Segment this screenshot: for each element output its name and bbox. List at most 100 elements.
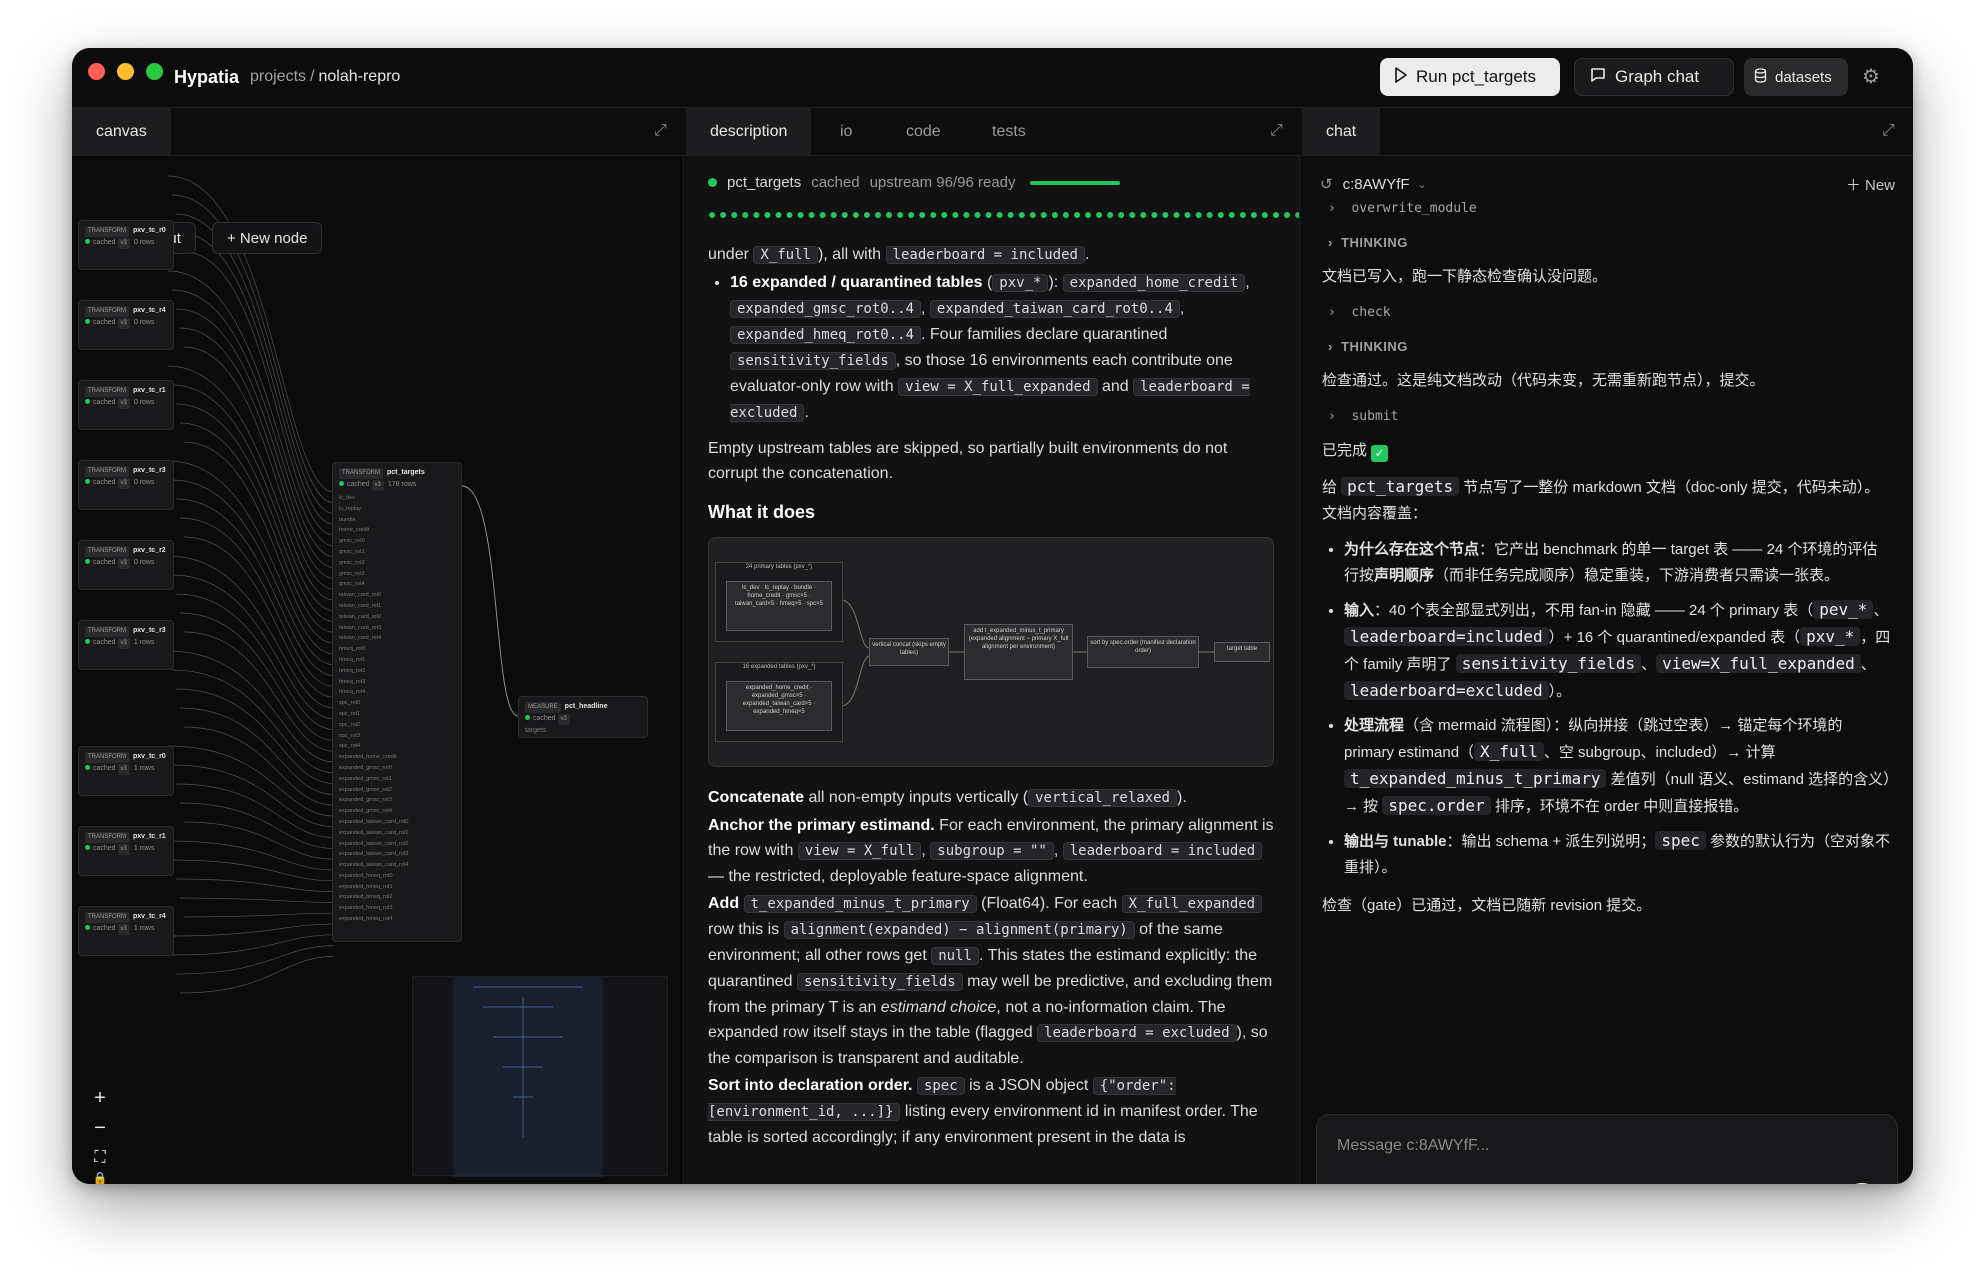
node-card[interactable]: TRANSFORM pxv_tc_r4 cached v3 0 rows: [78, 300, 174, 350]
node-port[interactable]: gmsc_rot2: [339, 558, 455, 569]
app-window: Hypatia projects / nolah-repro Run pct_tar…: [72, 48, 1913, 1184]
node-card[interactable]: TRANSFORM pxv_tc_r3 cached v3 1 rows: [78, 620, 174, 670]
node-type-tag: TRANSFORM: [85, 912, 129, 923]
new-chat-button[interactable]: ＋ New: [1846, 174, 1895, 195]
chevron-down-icon[interactable]: ⌄: [1418, 178, 1427, 191]
node-card[interactable]: TRANSFORM pxv_tc_r1 cached v3 0 rows: [78, 380, 174, 430]
new-node-button[interactable]: + New node: [212, 222, 323, 254]
breadcrumb-current[interactable]: nolah-repro: [318, 68, 400, 85]
node-port[interactable]: expanded_hmeq_rot4: [339, 914, 455, 925]
expand-icon[interactable]: ⤢: [654, 122, 667, 140]
node-port[interactable]: lc_replay: [339, 504, 455, 515]
node-port[interactable]: hmeq_rot3: [339, 677, 455, 688]
tool-step[interactable]: › check: [1328, 300, 1892, 326]
node-port[interactable]: expanded_taiwan_card_rot0: [339, 817, 455, 828]
node-port[interactable]: hmeq_rot1: [339, 655, 455, 666]
node-port[interactable]: expanded_taiwan_card_rot2: [339, 839, 455, 850]
session-selector[interactable]: c:8AWYfF: [1343, 176, 1410, 193]
node-card[interactable]: TRANSFORM pxv_tc_r4 cached v3 1 rows: [78, 906, 174, 956]
thinking-toggle[interactable]: › THINKING: [1328, 334, 1892, 360]
node-rows: 0 rows: [133, 479, 155, 486]
node-port[interactable]: expanded_hmeq_rot2: [339, 892, 455, 903]
datasets-button[interactable]: datasets: [1744, 58, 1848, 96]
status-state: cached: [811, 174, 860, 191]
node-port[interactable]: lc_dev: [339, 493, 455, 504]
tab-tests[interactable]: tests: [968, 108, 1050, 156]
node-card[interactable]: TRANSFORM pxv_tc_r0 cached v3 0 rows: [78, 220, 174, 270]
run-node-button[interactable]: Run pct_targets: [1380, 58, 1560, 96]
node-port[interactable]: gmsc_rot0: [339, 536, 455, 547]
node-port[interactable]: spc_rot4: [339, 741, 455, 752]
tab-description[interactable]: description: [686, 108, 812, 156]
node-port[interactable]: home_credit: [339, 525, 455, 536]
node-port[interactable]: gmsc_rot3: [339, 569, 455, 580]
history-icon[interactable]: ↺: [1320, 175, 1333, 193]
tab-canvas[interactable]: canvas: [72, 108, 171, 156]
node-port[interactable]: expanded_taiwan_card_rot3: [339, 849, 455, 860]
node-port[interactable]: spc_rot0: [339, 698, 455, 709]
tool-step[interactable]: › submit: [1328, 404, 1892, 430]
node-port[interactable]: spc_rot1: [339, 709, 455, 720]
node-port[interactable]: taiwan_card_rot3: [339, 623, 455, 634]
zoom-window-button[interactable]: [146, 63, 163, 80]
settings-gear-icon[interactable]: ⚙: [1862, 64, 1880, 89]
fit-view-icon[interactable]: ⛶: [86, 1144, 114, 1172]
node-card[interactable]: TRANSFORM pxv_tc_r3 cached v3 0 rows: [78, 460, 174, 510]
graph-canvas[interactable]: Auto-layout + New node TRANSFORMpxv_tc_r…: [72, 156, 684, 1184]
node-port[interactable]: hmeq_rot0: [339, 644, 455, 655]
node-port[interactable]: expanded_gmsc_rot1: [339, 774, 455, 785]
play-icon: [1394, 66, 1408, 88]
node-port[interactable]: spc_rot2: [339, 720, 455, 731]
node-port[interactable]: hmeq_rot4: [339, 687, 455, 698]
node-port[interactable]: spc_rot3: [339, 731, 455, 742]
graph-chat-button[interactable]: Graph chat: [1574, 58, 1734, 96]
node-port[interactable]: gmsc_rot1: [339, 547, 455, 558]
lock-icon[interactable]: 🔒: [86, 1172, 114, 1184]
node-version: v3: [557, 714, 570, 725]
zoom-in-button[interactable]: +: [86, 1084, 114, 1112]
node-port[interactable]: expanded_hmeq_rot1: [339, 882, 455, 893]
minimap[interactable]: [412, 976, 668, 1177]
tool-step[interactable]: › overwrite_module: [1328, 196, 1892, 222]
node-port[interactable]: hmeq_rot2: [339, 666, 455, 677]
breadcrumb-projects[interactable]: projects: [250, 68, 306, 85]
node-port[interactable]: expanded_home_credit: [339, 752, 455, 763]
node-type-tag: TRANSFORM: [85, 832, 129, 843]
tab-chat[interactable]: chat: [1302, 108, 1381, 156]
zoom-out-button[interactable]: −: [86, 1114, 114, 1142]
node-port[interactable]: gmsc_rot4: [339, 579, 455, 590]
expand-icon[interactable]: ⤢: [1882, 122, 1895, 140]
minimize-window-button[interactable]: [117, 63, 134, 80]
send-button[interactable]: [1841, 1183, 1883, 1184]
node-port[interactable]: taiwan_card_rot2: [339, 612, 455, 623]
node-card[interactable]: TRANSFORM pxv_tc_r2 cached v3 0 rows: [78, 540, 174, 590]
assistant-message: 检查通过。这是纯文档改动（代码未变，无需重新跑节点），提交。: [1322, 372, 1765, 389]
node-port[interactable]: expanded_hmeq_rot0: [339, 871, 455, 882]
node-card[interactable]: TRANSFORM pxv_tc_r0 cached v3 1 rows: [78, 746, 174, 796]
canvas-pane-header: canvas ⤢: [72, 108, 684, 156]
tab-code[interactable]: code: [882, 108, 965, 156]
node-port[interactable]: expanded_gmsc_rot0: [339, 763, 455, 774]
expand-icon[interactable]: ⤢: [1270, 122, 1283, 140]
node-card[interactable]: TRANSFORM pxv_tc_r1 cached v3 1 rows: [78, 826, 174, 876]
tab-io[interactable]: io: [816, 108, 876, 156]
message-input[interactable]: Message c:8AWYfF... deepseek-v4-flash ⌄ …: [1316, 1114, 1898, 1184]
node-port[interactable]: bundle: [339, 515, 455, 526]
node-port[interactable]: taiwan_card_rot1: [339, 601, 455, 612]
node-port[interactable]: taiwan_card_rot0: [339, 590, 455, 601]
node-type-tag: TRANSFORM: [339, 468, 383, 479]
node-port[interactable]: expanded_taiwan_card_rot1: [339, 828, 455, 839]
node-port[interactable]: expanded_gmsc_rot3: [339, 795, 455, 806]
node-port[interactable]: expanded_hmeq_rot3: [339, 903, 455, 914]
central-node-pct-targets[interactable]: TRANSFORM pct_targets cached v3 178 rows l…: [332, 462, 462, 942]
node-rows: 0 rows: [133, 399, 155, 406]
headline-node-pct-headline[interactable]: MEASURE pct_headline cached v3 targets: [518, 696, 648, 738]
status-upstream: upstream 96/96 ready: [869, 174, 1016, 191]
node-port[interactable]: expanded_taiwan_card_rot4: [339, 860, 455, 871]
close-window-button[interactable]: [88, 63, 105, 80]
node-port[interactable]: expanded_gmsc_rot4: [339, 806, 455, 817]
node-port[interactable]: expanded_gmsc_rot2: [339, 785, 455, 796]
thinking-toggle[interactable]: › THINKING: [1328, 230, 1892, 256]
node-port[interactable]: taiwan_card_rot4: [339, 633, 455, 644]
list-item: 输入：40 个表全部显式列出，不用 fan-in 隐藏 —— 24 个 prim…: [1344, 597, 1892, 705]
